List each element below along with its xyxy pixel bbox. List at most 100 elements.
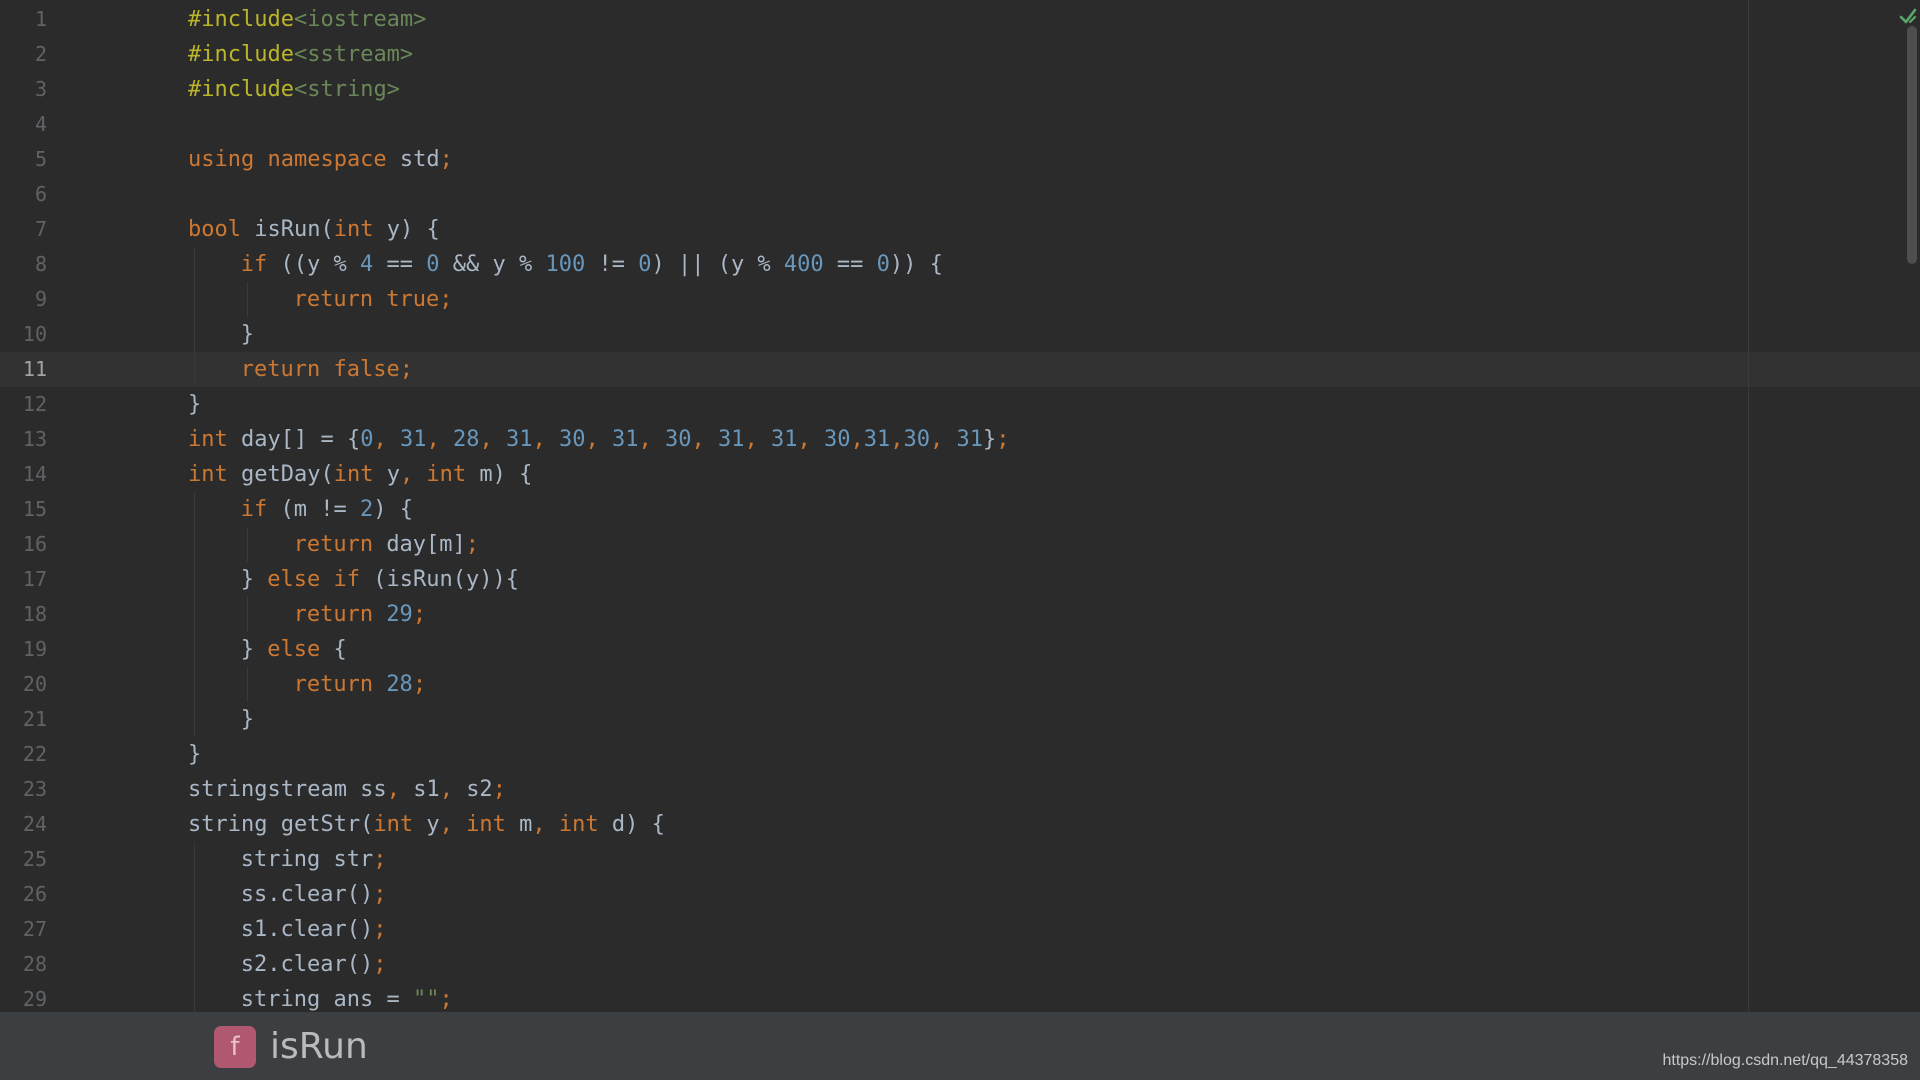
code-line[interactable]: 21}: [0, 702, 1920, 737]
code-text[interactable]: #include<iostream>: [188, 2, 426, 37]
code-token: return: [293, 532, 387, 557]
code-line[interactable]: 29 string ans = "";: [0, 982, 1920, 1012]
code-token: 29: [386, 602, 413, 627]
code-token: m) {: [479, 462, 533, 487]
code-token: s1.clear(): [240, 917, 374, 942]
code-line[interactable]: 20 return 28;: [0, 667, 1920, 702]
code-text[interactable]: return 29;: [294, 597, 426, 632]
code-text[interactable]: }: [188, 737, 201, 772]
code-line[interactable]: 25 string str;: [0, 842, 1920, 877]
code-text[interactable]: return 28;: [294, 667, 426, 702]
indent-guide: [246, 527, 248, 562]
code-token: 0: [426, 252, 440, 277]
code-text[interactable]: int getDay(int y, int m) {: [188, 457, 532, 492]
indent-guide: [194, 632, 195, 667]
code-token: ,: [479, 427, 506, 452]
code-line[interactable]: 26 ss.clear();: [0, 877, 1920, 912]
line-number: 10: [22, 322, 47, 346]
code-line[interactable]: 14 int getDay(int y, int m) {: [0, 457, 1920, 492]
code-token: ,: [439, 777, 467, 802]
code-text[interactable]: int day[] = {0, 31, 28, 31, 30, 31, 30, …: [188, 422, 1009, 457]
code-line[interactable]: 7 bool isRun(int y) {: [0, 212, 1920, 247]
code-line[interactable]: 18 return 29;: [0, 597, 1920, 632]
code-line[interactable]: 22}: [0, 737, 1920, 772]
code-token: int: [333, 462, 387, 487]
code-line[interactable]: 2 #include<sstream>: [0, 37, 1920, 72]
code-line[interactable]: 3 #include<string>: [0, 72, 1920, 107]
code-token: ((y %: [280, 252, 361, 277]
code-token: std: [399, 147, 440, 172]
line-number: 25: [22, 847, 47, 871]
code-text[interactable]: #include<sstream>: [188, 37, 413, 72]
line-number: 16: [22, 532, 47, 556]
code-text[interactable]: return day[m];: [294, 527, 479, 562]
breadcrumb-function-name[interactable]: isRun: [270, 1020, 368, 1074]
code-text[interactable]: return false;: [241, 352, 413, 387]
code-token: m: [519, 812, 533, 837]
code-token: }: [240, 567, 268, 592]
code-line[interactable]: 5 using namespace std;: [0, 142, 1920, 177]
code-line[interactable]: 1 #include<iostream>: [0, 2, 1920, 37]
code-line[interactable]: 10}: [0, 317, 1920, 352]
scrollbar-thumb[interactable]: [1907, 26, 1917, 264]
code-line[interactable]: 11 return false;: [0, 352, 1920, 387]
code-line[interactable]: 15 if (m != 2) {: [0, 492, 1920, 527]
line-number: 3: [34, 77, 47, 101]
code-token: {: [333, 637, 347, 662]
code-text[interactable]: }: [188, 387, 201, 422]
code-text[interactable]: } else if (isRun(y)){: [241, 562, 519, 597]
code-text[interactable]: s1.clear();: [241, 912, 387, 947]
code-text[interactable]: string str;: [241, 842, 387, 877]
code-line[interactable]: 8 if ((y % 4 == 0 && y % 100 != 0) || (y …: [0, 247, 1920, 282]
code-token: 2: [360, 497, 374, 522]
code-line[interactable]: 13 int day[] = {0, 31, 28, 31, 30, 31, 30…: [0, 422, 1920, 457]
code-token: 30: [823, 427, 851, 452]
code-text[interactable]: stringstream ss, s1, s2;: [188, 772, 506, 807]
line-number: 23: [22, 777, 47, 801]
code-line[interactable]: 12}: [0, 387, 1920, 422]
line-number: 14: [22, 462, 47, 486]
code-line[interactable]: 24 string getStr(int y, int m, int d) {: [0, 807, 1920, 842]
line-number: 8: [34, 252, 47, 276]
code-text[interactable]: } else {: [241, 632, 347, 667]
code-text[interactable]: }: [241, 317, 254, 352]
code-editor[interactable]: 1 #include<iostream> 2 #include<sstream> 3 #i…: [0, 0, 1920, 1012]
code-text[interactable]: if ((y % 4 == 0 && y % 100 != 0) || (y %…: [241, 247, 943, 282]
code-token: 31: [717, 427, 745, 452]
code-text[interactable]: s2.clear();: [241, 947, 387, 982]
code-text[interactable]: string getStr(int y, int m, int d) {: [188, 807, 665, 842]
code-token: using namespace: [188, 147, 400, 172]
code-line[interactable]: 16 return day[m];: [0, 527, 1920, 562]
code-text[interactable]: if (m != 2) {: [241, 492, 413, 527]
checkmark-icon[interactable]: [1898, 6, 1918, 26]
code-line[interactable]: 28 s2.clear();: [0, 947, 1920, 982]
code-token: s2: [466, 777, 493, 802]
code-text[interactable]: using namespace std;: [188, 142, 453, 177]
function-badge-letter: f: [230, 1032, 240, 1062]
code-text[interactable]: return true;: [294, 282, 453, 317]
code-line[interactable]: 17} else if (isRun(y)){: [0, 562, 1920, 597]
code-token: isRun(: [254, 217, 334, 242]
code-line[interactable]: 9 return true;: [0, 282, 1920, 317]
code-token: #include: [188, 7, 294, 32]
code-token: ;: [412, 672, 427, 697]
code-line[interactable]: 19} else {: [0, 632, 1920, 667]
code-text[interactable]: #include<string>: [188, 72, 400, 107]
code-text[interactable]: ss.clear();: [241, 877, 387, 912]
code-text[interactable]: bool isRun(int y) {: [188, 212, 440, 247]
code-token: ,: [744, 427, 771, 452]
code-text[interactable]: }: [241, 702, 254, 737]
indent-guide: [194, 492, 195, 527]
code-token: ,: [638, 427, 665, 452]
code-text[interactable]: string ans = "";: [241, 982, 453, 1012]
code-line[interactable]: 23 stringstream ss, s1, s2;: [0, 772, 1920, 807]
indent-guide: [194, 667, 195, 702]
code-line[interactable]: 4: [0, 107, 1920, 142]
code-line[interactable]: 6: [0, 177, 1920, 212]
code-token: }: [188, 392, 202, 417]
code-line[interactable]: 27 s1.clear();: [0, 912, 1920, 947]
code-token: getDay(: [240, 462, 334, 487]
code-token: s1: [413, 777, 440, 802]
code-token: ,: [585, 427, 612, 452]
code-token: 0: [360, 427, 374, 452]
